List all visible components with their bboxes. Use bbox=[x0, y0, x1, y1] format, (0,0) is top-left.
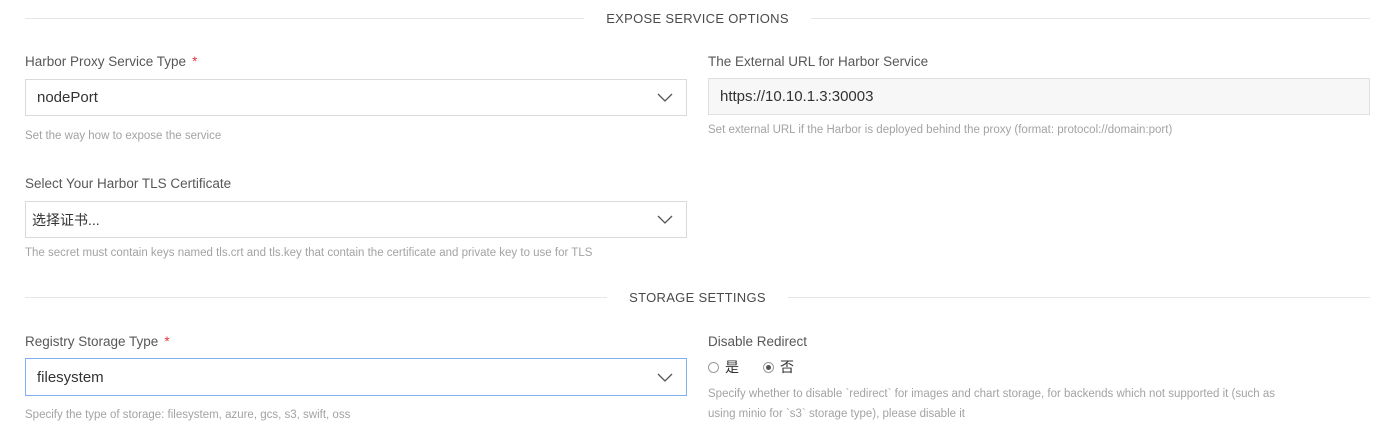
storage-section-title: STORAGE SETTINGS bbox=[629, 289, 766, 305]
external-url-help: Set external URL if the Harbor is deploy… bbox=[708, 124, 1173, 136]
proxy-type-label-text: Harbor Proxy Service Type bbox=[25, 54, 187, 69]
divider-line bbox=[25, 17, 585, 19]
external-url-label: The External URL for Harbor Service bbox=[708, 54, 929, 69]
proxy-type-help: Set the way how to expose the service bbox=[25, 130, 222, 142]
proxy-type-label: Harbor Proxy Service Type * bbox=[25, 54, 197, 69]
divider-line bbox=[787, 296, 1370, 298]
required-mark: * bbox=[192, 54, 198, 69]
chevron-down-icon bbox=[650, 202, 680, 237]
expose-section-title: EXPOSE SERVICE OPTIONS bbox=[606, 10, 789, 26]
tls-cert-placeholder: 选择证书... bbox=[32, 211, 100, 228]
storage-section-divider: STORAGE SETTINGS bbox=[25, 287, 1370, 307]
storage-type-select[interactable]: filesystem bbox=[25, 358, 687, 396]
radio-option-yes[interactable]: 是 bbox=[708, 357, 739, 377]
tls-cert-label: Select Your Harbor TLS Certificate bbox=[25, 176, 232, 191]
harbor-settings-form: EXPOSE SERVICE OPTIONS Harbor Proxy Serv… bbox=[0, 0, 1392, 444]
disable-redirect-radio-group: 是 否 bbox=[708, 357, 818, 377]
radio-option-yes-label: 是 bbox=[725, 359, 739, 375]
radio-unchecked-icon bbox=[708, 361, 719, 373]
divider-line bbox=[25, 296, 608, 298]
tls-cert-select[interactable]: 选择证书... bbox=[25, 201, 687, 238]
divider-line bbox=[810, 17, 1371, 19]
chevron-down-icon bbox=[650, 80, 680, 115]
storage-type-value: filesystem bbox=[37, 368, 104, 386]
radio-dot bbox=[766, 364, 771, 370]
disable-redirect-help-line2: using minio for `s3` storage type), plea… bbox=[708, 408, 965, 420]
external-url-value: https://10.10.1.3:30003 bbox=[720, 88, 874, 105]
disable-redirect-help-line1: Specify whether to disable `redirect` fo… bbox=[708, 388, 1275, 400]
disable-redirect-label: Disable Redirect bbox=[708, 334, 808, 349]
external-url-input[interactable]: https://10.10.1.3:30003 bbox=[708, 78, 1370, 115]
storage-type-help: Specify the type of storage: filesystem,… bbox=[25, 409, 351, 421]
tls-cert-help: The secret must contain keys named tls.c… bbox=[25, 247, 593, 259]
expose-section-divider: EXPOSE SERVICE OPTIONS bbox=[25, 8, 1371, 28]
radio-option-no-label: 否 bbox=[780, 359, 794, 375]
proxy-type-select[interactable]: nodePort bbox=[25, 79, 687, 116]
storage-type-label: Registry Storage Type * bbox=[25, 334, 170, 349]
radio-option-no[interactable]: 否 bbox=[763, 357, 794, 377]
chevron-down-icon bbox=[650, 359, 680, 395]
radio-checked-icon bbox=[763, 361, 774, 373]
disable-redirect-help: Specify whether to disable `redirect` fo… bbox=[708, 384, 1275, 424]
storage-type-label-text: Registry Storage Type bbox=[25, 334, 159, 349]
required-mark: * bbox=[164, 334, 170, 349]
proxy-type-value: nodePort bbox=[37, 89, 98, 106]
